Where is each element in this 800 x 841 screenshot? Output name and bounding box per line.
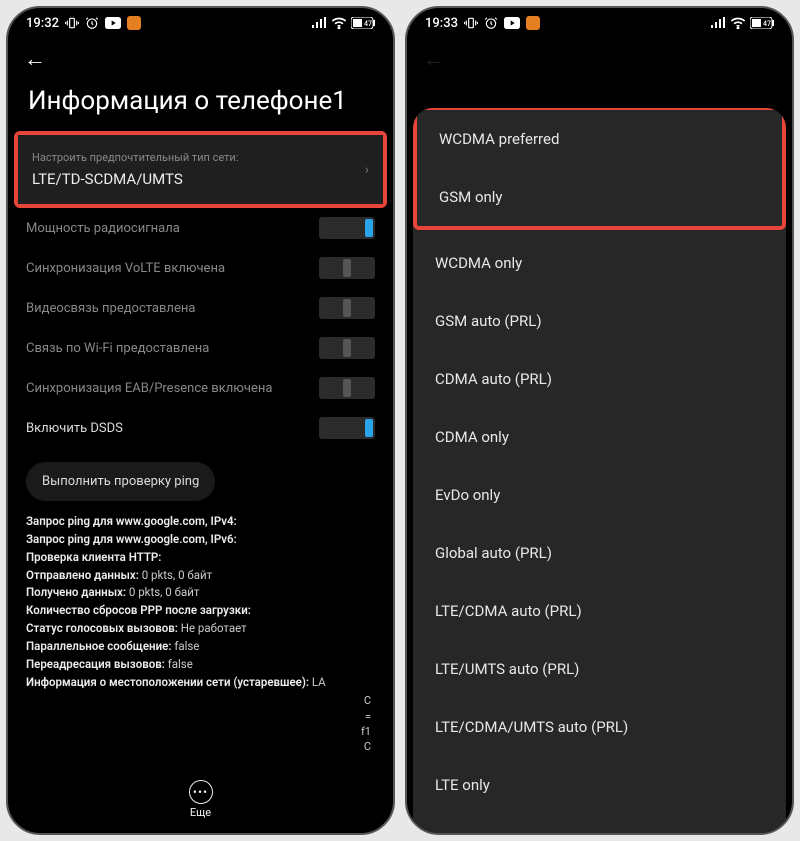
setting-row[interactable]: Видеосвязь предоставлена xyxy=(8,288,393,328)
option-item[interactable]: CDMA only xyxy=(413,408,786,466)
trail-text: C = f1 C xyxy=(8,693,393,755)
setting-row[interactable]: Мощность радиосигнала xyxy=(8,208,393,248)
bottom-bar: ••• Еще xyxy=(8,772,393,833)
info-block: Запрос ping для www.google.com, IPv4: За… xyxy=(8,511,393,693)
wifi-icon xyxy=(331,17,347,29)
option-item[interactable]: GSM auto (PRL) xyxy=(413,292,786,350)
setting-row[interactable]: Синхронизация VoLTE включена xyxy=(8,248,393,288)
alarm-icon xyxy=(85,16,99,30)
toggle[interactable] xyxy=(319,217,375,239)
svg-text:47: 47 xyxy=(364,20,372,28)
app-icon xyxy=(127,16,141,30)
battery-icon: 47 xyxy=(750,17,774,29)
toggle[interactable] xyxy=(319,337,375,359)
setting-row[interactable]: Синхронизация EAB/Presence включена xyxy=(8,368,393,408)
alarm-icon xyxy=(484,16,498,30)
vibrate-icon xyxy=(464,16,478,30)
page-title: Информация о телефоне1 xyxy=(8,80,393,131)
setting-row[interactable]: Связь по Wi-Fi предоставлена xyxy=(8,328,393,368)
option-item[interactable]: LTE only xyxy=(413,756,786,814)
content-left: Настроить предпочтительный тип сети: LTE… xyxy=(8,131,393,772)
more-label: Еще xyxy=(190,806,211,819)
option-item[interactable]: LTE/CDMA/UMTS auto (PRL) xyxy=(413,698,786,756)
clock: 19:33 xyxy=(425,16,458,31)
youtube-icon xyxy=(105,17,121,29)
youtube-icon xyxy=(504,17,520,29)
toggle[interactable] xyxy=(319,257,375,279)
option-item[interactable]: EvDo only xyxy=(413,466,786,524)
setting-label: Мощность радиосигнала xyxy=(26,221,180,236)
status-bar: 19:33 47 xyxy=(407,8,792,38)
battery-icon: 47 xyxy=(351,17,375,29)
clock: 19:32 xyxy=(26,16,59,31)
back-icon[interactable]: ← xyxy=(423,46,445,72)
network-type-value: LTE/TD-SCDMA/UMTS xyxy=(32,170,238,188)
network-type-row[interactable]: Настроить предпочтительный тип сети: LTE… xyxy=(18,135,383,204)
signal-icon xyxy=(311,17,327,29)
option-gsm-only[interactable]: GSM only xyxy=(417,168,782,226)
option-item[interactable]: CDMA auto (PRL) xyxy=(413,350,786,408)
back-row: ← xyxy=(407,38,792,80)
status-bar: 19:32 47 xyxy=(8,8,393,38)
back-icon[interactable]: ← xyxy=(24,46,46,72)
vibrate-icon xyxy=(65,16,79,30)
option-item[interactable]: LTE/UMTS auto (PRL) xyxy=(413,640,786,698)
back-row: ← xyxy=(8,38,393,80)
network-type-sub: Настроить предпочтительный тип сети: xyxy=(32,151,238,164)
toggle[interactable] xyxy=(319,297,375,319)
wifi-icon xyxy=(730,17,746,29)
svg-text:47: 47 xyxy=(763,20,771,28)
toggle[interactable] xyxy=(319,417,375,439)
setting-label: Связь по Wi-Fi предоставлена xyxy=(26,341,209,356)
app-icon xyxy=(526,16,540,30)
chevron-right-icon: › xyxy=(365,162,369,178)
highlight-options: WCDMA preferred GSM only xyxy=(413,108,786,230)
toggle[interactable] xyxy=(319,377,375,399)
setting-row[interactable]: Включить DSDS xyxy=(8,408,393,448)
setting-label: Синхронизация EAB/Presence включена xyxy=(26,381,272,396)
option-wcdma-preferred[interactable]: WCDMA preferred xyxy=(417,110,782,168)
phone-right: 19:33 47 ← WCDMA preferred GSM only WCDM… xyxy=(405,6,794,835)
setting-label: Синхронизация VoLTE включена xyxy=(26,261,225,276)
setting-label: Включить DSDS xyxy=(26,421,123,436)
signal-icon xyxy=(710,17,726,29)
highlight-network-type: Настроить предпочтительный тип сети: LTE… xyxy=(14,131,387,208)
ping-button[interactable]: Выполнить проверку ping xyxy=(26,462,215,501)
option-item[interactable]: WCDMA only xyxy=(413,234,786,292)
option-item[interactable]: LTE/CDMA auto (PRL) xyxy=(413,582,786,640)
setting-label: Видеосвязь предоставлена xyxy=(26,301,195,316)
phone-left: 19:32 47 ← Информация о телефоне1 Настро… xyxy=(6,6,395,835)
network-mode-dialog: WCDMA preferred GSM only WCDMA only GSM … xyxy=(413,108,786,833)
more-icon[interactable]: ••• xyxy=(189,780,213,804)
option-item[interactable]: Global auto (PRL) xyxy=(413,524,786,582)
